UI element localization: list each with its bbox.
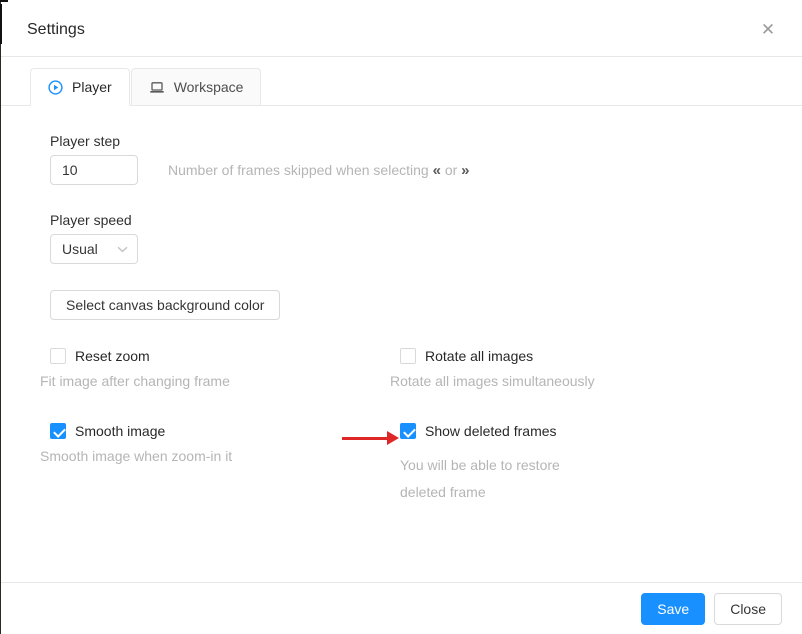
reset-zoom-checkbox[interactable]: Reset zoom — [50, 348, 400, 364]
player-step-section: Player step Number of frames skipped whe… — [50, 134, 778, 185]
dialog-title: Settings — [27, 19, 778, 41]
play-circle-icon — [48, 80, 63, 95]
player-step-hint: Number of frames skipped when selecting … — [168, 162, 470, 179]
canvas-background-color-button[interactable]: Select canvas background color — [50, 290, 280, 320]
rotate-all-label: Rotate all images — [425, 348, 533, 364]
player-step-label: Player step — [50, 134, 778, 148]
checkbox-unchecked-icon[interactable] — [50, 348, 66, 364]
reset-zoom-hint: Fit image after changing frame — [40, 371, 400, 391]
checkbox-grid: Reset zoom Fit image after changing fram… — [50, 348, 778, 506]
checkbox-checked-icon[interactable] — [50, 423, 66, 439]
dialog-close-button[interactable]: ✕ — [748, 10, 788, 50]
settings-dialog: Settings ✕ Player Workspace Pl — [0, 0, 802, 634]
show-deleted-frames-cell: Show deleted frames You will be able to … — [400, 423, 778, 506]
laptop-icon — [149, 80, 165, 95]
smooth-image-cell: Smooth image Smooth image when zoom-in i… — [50, 423, 400, 506]
checkbox-checked-icon[interactable] — [400, 423, 416, 439]
tab-workspace[interactable]: Workspace — [131, 68, 262, 106]
forward-skip-icon: » — [461, 162, 469, 179]
chevron-down-icon — [117, 246, 128, 253]
player-speed-label: Player speed — [50, 213, 778, 227]
dialog-header: Settings ✕ — [0, 0, 802, 57]
player-step-input[interactable] — [50, 155, 138, 185]
tab-player[interactable]: Player — [30, 68, 130, 106]
player-speed-value: Usual — [62, 241, 117, 257]
checkbox-unchecked-icon[interactable] — [400, 348, 416, 364]
player-speed-select[interactable]: Usual — [50, 234, 138, 264]
rotate-all-checkbox[interactable]: Rotate all images — [400, 348, 778, 364]
reset-zoom-label: Reset zoom — [75, 348, 150, 364]
close-button[interactable]: Close — [714, 593, 782, 625]
screenshot-corner-artifact — [0, 4, 2, 44]
screenshot-edge-artifact — [0, 0, 1, 634]
backward-skip-icon: « — [433, 162, 441, 179]
player-tab-content: Player step Number of frames skipped whe… — [0, 106, 802, 582]
player-speed-section: Player speed Usual — [50, 213, 778, 264]
tab-player-label: Player — [72, 79, 112, 95]
smooth-image-checkbox[interactable]: Smooth image — [50, 423, 400, 439]
show-deleted-frames-hint: You will be able to restore deleted fram… — [400, 452, 590, 506]
smooth-image-label: Smooth image — [75, 423, 165, 439]
tab-workspace-label: Workspace — [174, 79, 244, 95]
screenshot-corner-artifact — [0, 0, 8, 2]
rotate-all-hint: Rotate all images simultaneously — [390, 371, 778, 391]
rotate-all-cell: Rotate all images Rotate all images simu… — [400, 348, 778, 391]
tabs-bar: Player Workspace — [0, 68, 802, 106]
show-deleted-frames-label: Show deleted frames — [425, 423, 557, 439]
save-button[interactable]: Save — [641, 593, 705, 625]
show-deleted-frames-checkbox[interactable]: Show deleted frames — [400, 423, 778, 439]
reset-zoom-cell: Reset zoom Fit image after changing fram… — [50, 348, 400, 391]
smooth-image-hint: Smooth image when zoom-in it — [40, 446, 400, 466]
dialog-footer: Save Close — [0, 582, 802, 634]
close-icon: ✕ — [761, 20, 775, 40]
